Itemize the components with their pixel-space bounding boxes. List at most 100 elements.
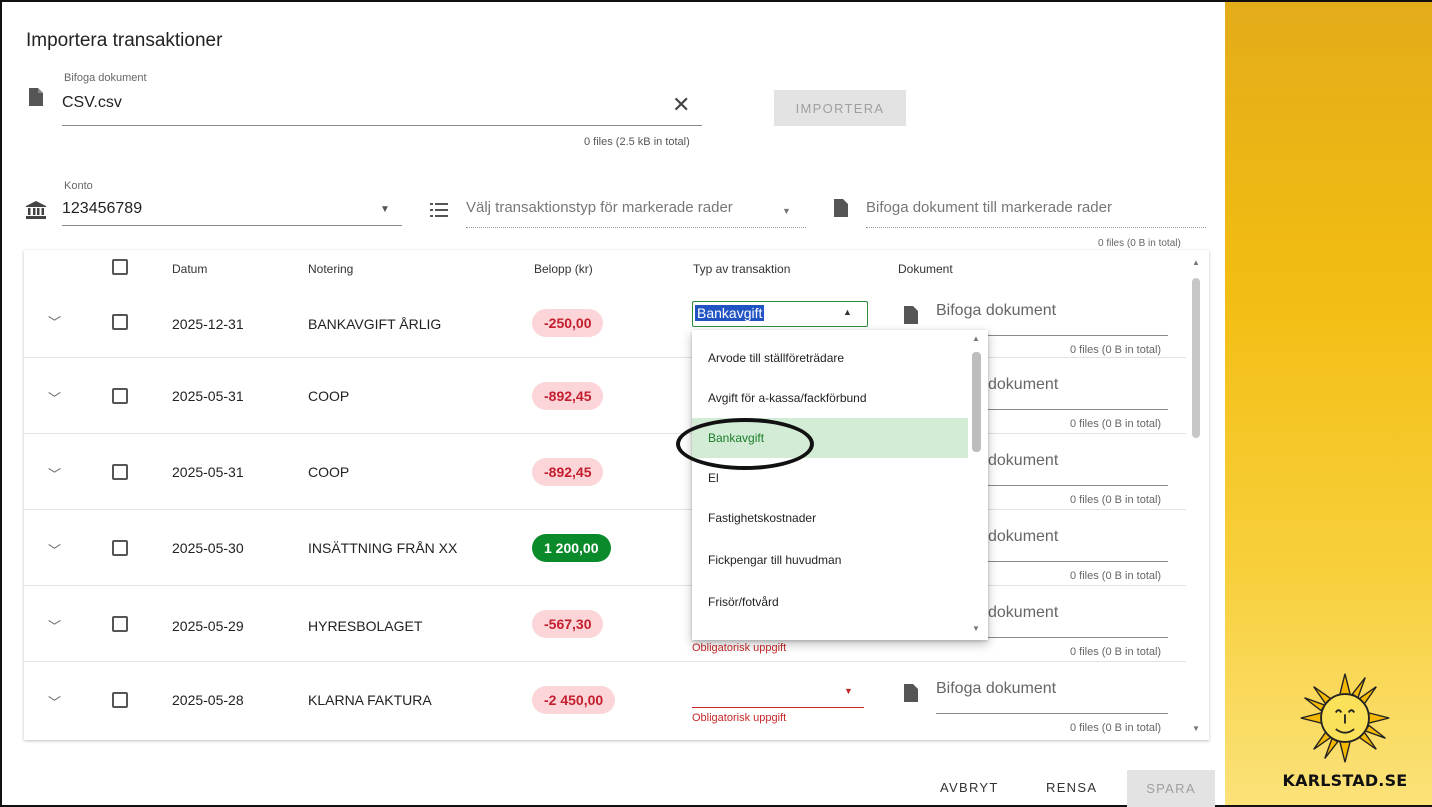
- scroll-thumb[interactable]: [972, 352, 981, 452]
- row-note: COOP: [308, 388, 350, 404]
- row-amount: -892,45: [532, 458, 604, 486]
- row-checkbox[interactable]: [112, 388, 128, 404]
- transaction-type-menu: Arvode till ställföreträdare Avgift för …: [692, 330, 988, 640]
- sun-icon: [1300, 673, 1390, 763]
- bulk-type-placeholder: Välj transaktionstyp för markerade rader: [466, 199, 733, 216]
- row-doc-label: Bifoga dokument: [936, 302, 1057, 319]
- table-row: ﹀ 2025-05-30 INSÄTTNING FRÅN XX 1 200,00…: [24, 510, 1186, 586]
- menu-option[interactable]: Arvode till ställföreträdare: [692, 338, 968, 378]
- expand-row-icon[interactable]: ﹀: [48, 616, 61, 635]
- scroll-up-icon[interactable]: ▲: [972, 334, 980, 343]
- row-files-info: 0 files (0 B in total): [1070, 418, 1162, 430]
- row-doc-label: dokument: [988, 376, 1059, 393]
- header-date: Datum: [172, 262, 208, 276]
- attach-file-value: CSV.csv: [62, 94, 122, 111]
- row-amount: -2 450,00: [532, 686, 616, 714]
- import-button[interactable]: IMPORTERA: [774, 90, 906, 126]
- expand-row-icon[interactable]: ﹀: [48, 388, 61, 407]
- type-select-open[interactable]: Bankavgift ▲: [692, 301, 868, 327]
- bulk-type-select[interactable]: Välj transaktionstyp för markerade rader…: [466, 196, 806, 228]
- row-date: 2025-05-30: [172, 540, 244, 556]
- karlstad-logo: KARLSTAD.SE: [1265, 672, 1425, 790]
- list-icon: [430, 203, 448, 222]
- row-files-info: 0 files (0 B in total): [1070, 494, 1162, 506]
- row-amount: -567,30: [532, 610, 604, 638]
- row-date: 2025-05-29: [172, 618, 244, 634]
- header-type: Typ av transaktion: [693, 262, 791, 276]
- row-required-error: Obligatorisk uppgift: [692, 642, 787, 654]
- scroll-down-icon[interactable]: ▼: [972, 624, 980, 633]
- row-date: 2025-12-31: [172, 316, 244, 332]
- row-checkbox[interactable]: [112, 692, 128, 708]
- bank-icon: [26, 201, 46, 224]
- menu-option[interactable]: Fickpengar till huvudman: [692, 540, 968, 580]
- row-files-info: 0 files (0 B in total): [1070, 646, 1162, 658]
- table-row: ﹀ 2025-12-31 BANKAVGIFT ÅRLIG -250,00 Ba…: [24, 286, 1186, 358]
- row-amount: -250,00: [532, 309, 604, 337]
- file-icon: [904, 306, 918, 327]
- cancel-button[interactable]: AVBRYT: [940, 780, 999, 795]
- row-amount: -892,45: [532, 382, 604, 410]
- row-note: INSÄTTNING FRÅN XX: [308, 540, 458, 556]
- row-note: COOP: [308, 464, 350, 480]
- header-amount: Belopp (kr): [534, 262, 593, 276]
- row-doc-field[interactable]: Bifoga dokument: [936, 678, 1168, 714]
- expand-row-icon[interactable]: ﹀: [48, 464, 61, 483]
- row-date: 2025-05-31: [172, 388, 244, 404]
- attach-label: Bifoga dokument: [64, 72, 147, 84]
- account-select[interactable]: 123456789 ▼: [62, 196, 402, 226]
- bulk-files-info: 0 files (0 B in total): [1098, 238, 1181, 249]
- file-icon: [29, 88, 43, 111]
- menu-option[interactable]: Avgift för a-kassa/fackförbund: [692, 378, 968, 418]
- row-date: 2025-05-31: [172, 464, 244, 480]
- menu-option[interactable]: Frisör/fotvård: [692, 582, 968, 622]
- save-button[interactable]: SPARA: [1127, 770, 1215, 807]
- account-value: 123456789: [62, 200, 143, 217]
- attach-file-field[interactable]: CSV.csv ✕: [62, 88, 702, 126]
- file-icon: [834, 199, 848, 222]
- row-checkbox[interactable]: [112, 464, 128, 480]
- type-select[interactable]: ▼: [692, 682, 864, 708]
- bulk-doc-field[interactable]: Bifoga dokument till markerade rader: [866, 196, 1206, 228]
- row-checkbox[interactable]: [112, 616, 128, 632]
- menu-option[interactable]: Fastighetskostnader: [692, 498, 968, 538]
- table-row: ﹀ 2025-05-29 HYRESBOLAGET -567,30 Obliga…: [24, 586, 1186, 662]
- expand-row-icon[interactable]: ﹀: [48, 312, 61, 331]
- scroll-up-icon[interactable]: ▲: [1192, 258, 1200, 267]
- attach-files-info: 0 files (2.5 kB in total): [584, 136, 690, 148]
- brand-text: KARLSTAD.SE: [1282, 771, 1408, 790]
- scroll-thumb[interactable]: [1192, 278, 1200, 438]
- type-select-value: Bankavgift: [695, 305, 765, 321]
- table-scrollbar[interactable]: ▲ ▼: [1190, 256, 1202, 736]
- row-checkbox[interactable]: [112, 540, 128, 556]
- table-row: ﹀ 2025-05-31 COOP -892,45 dokument 0 fil…: [24, 358, 1186, 434]
- row-doc-label: Bifoga dokument: [936, 680, 1057, 697]
- row-doc-label: dokument: [988, 528, 1059, 545]
- expand-row-icon[interactable]: ﹀: [48, 692, 61, 711]
- clear-file-icon[interactable]: ✕: [672, 92, 690, 118]
- chevron-down-icon: ▼: [380, 204, 390, 215]
- menu-scrollbar[interactable]: ▲ ▼: [970, 334, 984, 636]
- row-date: 2025-05-28: [172, 692, 244, 708]
- table-row: ﹀ 2025-05-31 COOP -892,45 dokument 0 fil…: [24, 434, 1186, 510]
- select-all-checkbox[interactable]: [112, 259, 128, 275]
- page-title: Importera transaktioner: [26, 30, 223, 51]
- expand-row-icon[interactable]: ﹀: [48, 540, 61, 559]
- row-doc-label: dokument: [988, 452, 1059, 469]
- row-amount: 1 200,00: [532, 534, 611, 562]
- chevron-up-icon: ▲: [843, 307, 852, 317]
- table-row: ﹀ 2025-05-28 KLARNA FAKTURA -2 450,00 ▼ …: [24, 662, 1186, 738]
- row-note: KLARNA FAKTURA: [308, 692, 432, 708]
- row-checkbox[interactable]: [112, 314, 128, 330]
- row-files-info: 0 files (0 B in total): [1070, 722, 1162, 734]
- highlight-ellipse: [676, 418, 814, 470]
- scroll-down-icon[interactable]: ▼: [1192, 724, 1200, 733]
- bulk-doc-placeholder: Bifoga dokument till markerade rader: [866, 199, 1112, 216]
- row-doc-label: dokument: [988, 604, 1059, 621]
- account-label: Konto: [64, 180, 93, 192]
- row-note: HYRESBOLAGET: [308, 618, 423, 634]
- clear-button[interactable]: RENSA: [1046, 780, 1097, 795]
- row-note: BANKAVGIFT ÅRLIG: [308, 316, 442, 332]
- chevron-down-icon: ▼: [782, 206, 791, 216]
- row-required-error: Obligatorisk uppgift: [692, 712, 787, 724]
